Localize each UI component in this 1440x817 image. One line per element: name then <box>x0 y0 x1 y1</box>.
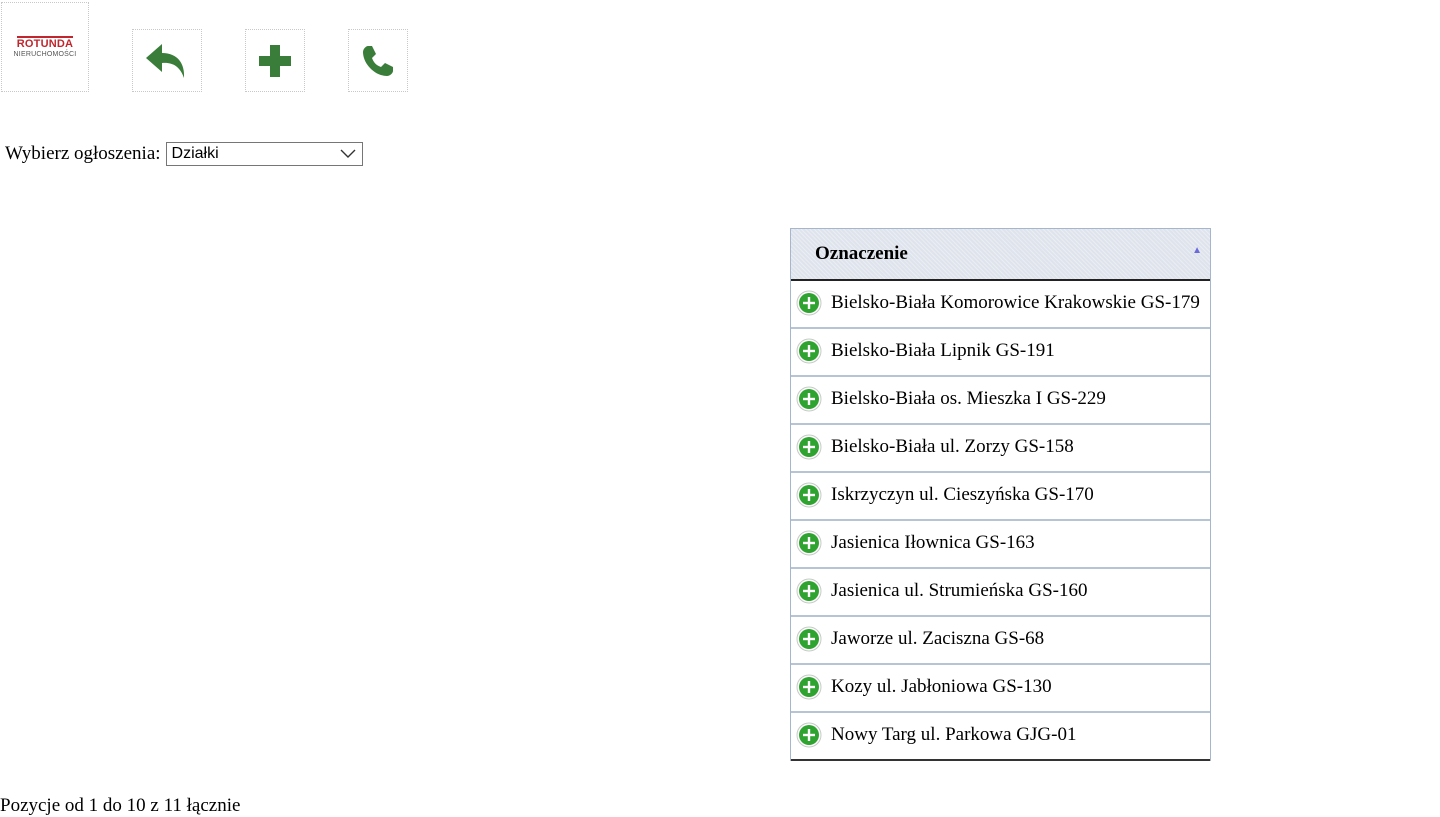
table-row[interactable]: Iskrzyczyn ul. Cieszyńska GS-170 <box>791 473 1210 521</box>
column-header-label: Oznaczenie <box>815 243 908 264</box>
row-label: Bielsko-Biała os. Mieszka I GS-229 <box>831 388 1106 409</box>
expand-plus-icon[interactable] <box>796 722 822 748</box>
plus-icon <box>259 44 291 77</box>
table-row[interactable]: Jaworze ul. Zaciszna GS-68 <box>791 617 1210 665</box>
table-row[interactable]: Jasienica Iłownica GS-163 <box>791 521 1210 569</box>
expand-plus-icon[interactable] <box>796 290 822 316</box>
table-row[interactable]: Nowy Targ ul. Parkowa GJG-01 <box>791 713 1210 761</box>
announcement-type-select[interactable]: Działki <box>165 142 363 166</box>
expand-plus-icon[interactable] <box>796 338 822 364</box>
chevron-down-icon <box>340 149 356 158</box>
row-label: Jasienica ul. Strumieńska GS-160 <box>831 580 1088 601</box>
row-label: Jaworze ul. Zaciszna GS-68 <box>831 628 1045 649</box>
sort-ascending-icon: ▲ <box>1192 245 1202 256</box>
filter-label: Wybierz ogłoszenia: <box>5 143 161 164</box>
table-row[interactable]: Jasienica ul. Strumieńska GS-160 <box>791 569 1210 617</box>
row-label: Bielsko-Biała ul. Zorzy GS-158 <box>831 436 1074 457</box>
listings-grid: Oznaczenie ▲ Bielsko-Biała Komorowice Kr… <box>790 228 1211 761</box>
row-label: Bielsko-Biała Lipnik GS-191 <box>831 340 1055 361</box>
pagination-info: Pozycje od 1 do 10 z 11 łącznie <box>0 795 241 816</box>
back-arrow-icon <box>146 43 185 78</box>
table-row[interactable]: Bielsko-Biała ul. Zorzy GS-158 <box>791 425 1210 473</box>
expand-plus-icon[interactable] <box>796 530 822 556</box>
row-label: Jasienica Iłownica GS-163 <box>831 532 1035 553</box>
table-row[interactable]: Bielsko-Biała os. Mieszka I GS-229 <box>791 377 1210 425</box>
expand-plus-icon[interactable] <box>796 674 822 700</box>
logo-title: ROTUNDA <box>16 36 74 50</box>
table-row[interactable]: Bielsko-Biała Lipnik GS-191 <box>791 329 1210 377</box>
contact-button[interactable] <box>348 29 408 92</box>
column-header-oznaczenie[interactable]: Oznaczenie ▲ <box>791 228 1210 281</box>
table-row[interactable]: Kozy ul. Jabłoniowa GS-130 <box>791 665 1210 713</box>
rotunda-logo: ROTUNDA NIERUCHOMOŚCI <box>14 36 77 58</box>
row-label: Kozy ul. Jabłoniowa GS-130 <box>831 676 1052 697</box>
select-value: Działki <box>171 145 219 162</box>
row-label: Iskrzyczyn ul. Cieszyńska GS-170 <box>831 484 1094 505</box>
logo-subtitle: NIERUCHOMOŚCI <box>13 51 77 58</box>
expand-plus-icon[interactable] <box>796 578 822 604</box>
back-button[interactable] <box>132 29 202 92</box>
expand-plus-icon[interactable] <box>796 626 822 652</box>
add-button[interactable] <box>245 29 305 92</box>
row-label: Nowy Targ ul. Parkowa GJG-01 <box>831 724 1077 745</box>
table-row[interactable]: Bielsko-Biała Komorowice Krakowskie GS-1… <box>791 281 1210 329</box>
grid-body: Bielsko-Biała Komorowice Krakowskie GS-1… <box>791 281 1210 761</box>
announcement-filter: Wybierz ogłoszenia: Działki <box>5 142 363 166</box>
expand-plus-icon[interactable] <box>796 386 822 412</box>
phone-icon <box>363 45 393 76</box>
logo-button[interactable]: ROTUNDA NIERUCHOMOŚCI <box>1 2 89 92</box>
expand-plus-icon[interactable] <box>796 434 822 460</box>
expand-plus-icon[interactable] <box>796 482 822 508</box>
row-label: Bielsko-Biała Komorowice Krakowskie GS-1… <box>831 292 1200 313</box>
